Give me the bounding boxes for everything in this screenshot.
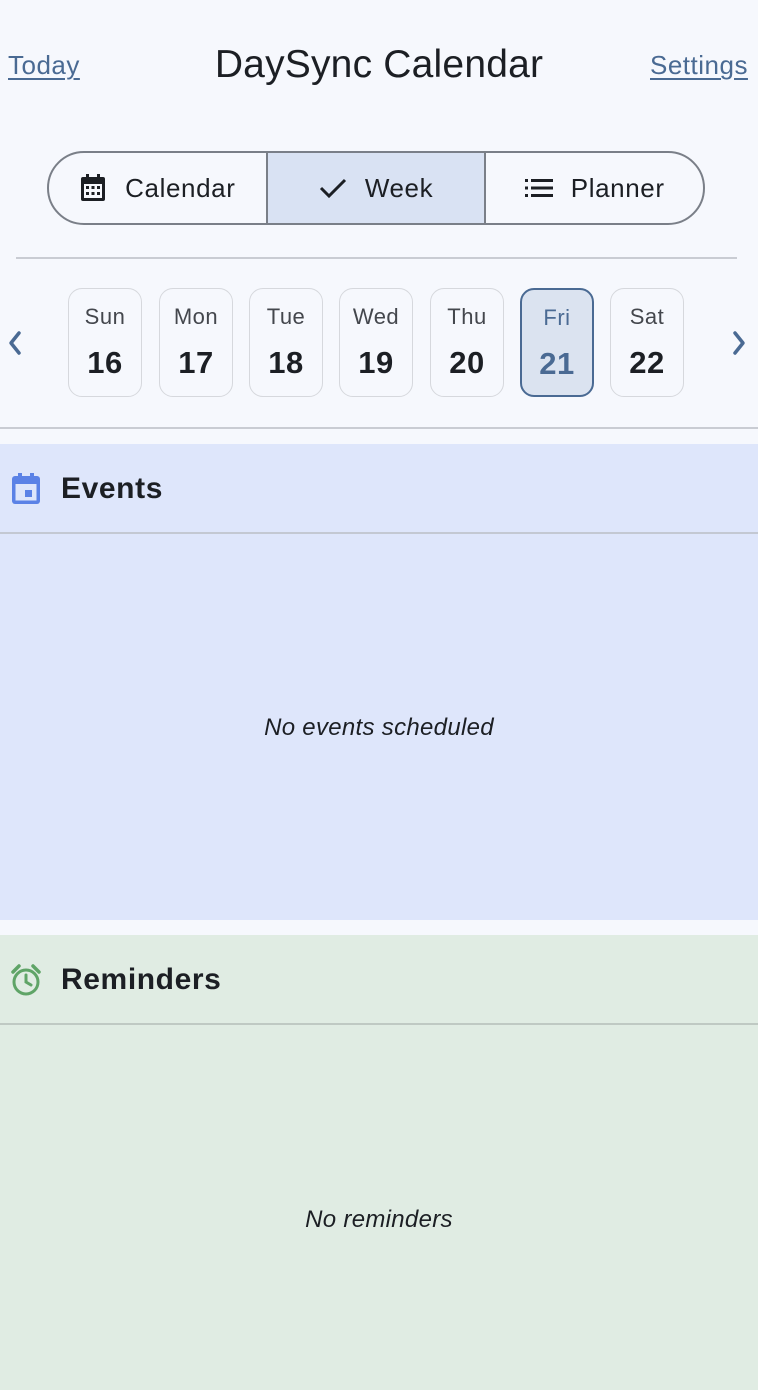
day-tue[interactable]: Tue 18 xyxy=(249,288,323,397)
view-option-calendar[interactable]: Calendar xyxy=(49,153,266,223)
chevron-left-icon xyxy=(9,331,21,355)
day-name: Fri xyxy=(543,305,571,330)
day-name: Thu xyxy=(447,304,487,329)
view-switcher: Calendar Week Planner xyxy=(47,151,705,225)
reminders-header: Reminders xyxy=(0,935,758,1025)
day-fri[interactable]: Fri 21 xyxy=(520,288,594,397)
day-wed[interactable]: Wed 19 xyxy=(339,288,413,397)
day-name: Tue xyxy=(266,304,306,329)
day-number: 19 xyxy=(358,345,394,380)
day-number: 16 xyxy=(87,345,123,380)
view-option-label: Week xyxy=(364,172,434,203)
day-thu[interactable]: Thu 20 xyxy=(430,288,504,397)
app-title: DaySync Calendar xyxy=(214,43,544,86)
alarm-clock-icon xyxy=(10,963,42,997)
events-header: Events xyxy=(0,444,758,534)
calendar-icon xyxy=(79,173,107,203)
divider xyxy=(0,427,758,429)
app-header: Today DaySync Calendar Settings xyxy=(0,0,758,130)
view-option-label: Calendar xyxy=(125,172,236,203)
settings-link[interactable]: Settings xyxy=(650,50,748,81)
view-option-label: Planner xyxy=(570,172,665,203)
check-icon xyxy=(319,177,347,199)
events-empty-message: No events scheduled xyxy=(264,714,494,741)
day-name: Sun xyxy=(84,304,126,329)
reminders-section: Reminders No reminders xyxy=(0,935,758,1390)
event-icon xyxy=(10,472,42,506)
day-number: 17 xyxy=(178,345,214,380)
day-name: Wed xyxy=(352,304,400,329)
view-option-planner[interactable]: Planner xyxy=(484,153,703,223)
day-number: 22 xyxy=(629,345,665,380)
reminders-empty-message: No reminders xyxy=(305,1206,453,1233)
day-name: Mon xyxy=(173,304,219,329)
events-section: Events No events scheduled xyxy=(0,444,758,920)
day-mon[interactable]: Mon 17 xyxy=(159,288,233,397)
previous-week-button[interactable] xyxy=(0,328,30,358)
day-sun[interactable]: Sun 16 xyxy=(68,288,142,397)
divider xyxy=(16,257,737,259)
day-number: 20 xyxy=(449,345,485,380)
day-name: Sat xyxy=(629,304,665,329)
view-option-week[interactable]: Week xyxy=(265,153,485,223)
list-icon xyxy=(524,178,553,198)
day-sat[interactable]: Sat 22 xyxy=(610,288,684,397)
day-number: 21 xyxy=(539,346,575,381)
next-week-button[interactable] xyxy=(724,328,754,358)
events-title: Events xyxy=(61,472,163,505)
reminders-title: Reminders xyxy=(61,963,222,996)
day-number: 18 xyxy=(268,345,304,380)
chevron-right-icon xyxy=(733,331,745,355)
